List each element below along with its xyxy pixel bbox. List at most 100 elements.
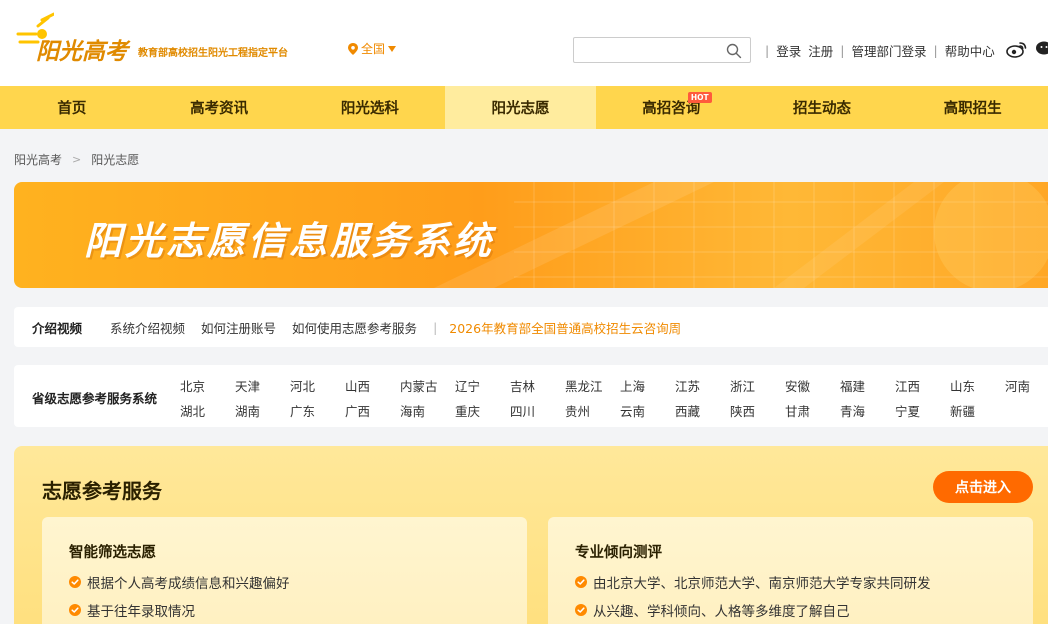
check-circle-icon — [69, 604, 81, 616]
nav-item-label: 阳光选科 — [340, 101, 399, 117]
check-circle-icon — [575, 604, 587, 616]
major-assessment-card[interactable]: 专业倾向测评 由北京大学、北京师范大学、南京师范大学专家共同研发 从兴趣、学科倾… — [548, 517, 1033, 624]
breadcrumb-home[interactable]: 阳光高考 — [14, 151, 62, 168]
enter-button[interactable]: 点击进入 — [933, 471, 1033, 503]
nav-item-subject-selection[interactable]: 阳光选科 — [295, 86, 446, 129]
location-pin-icon — [348, 42, 358, 55]
search-box — [573, 37, 751, 63]
location-selector[interactable]: 全国 — [348, 40, 397, 57]
province-link[interactable]: 山东 — [950, 376, 1005, 395]
card-feature-text: 根据个人高考成绩信息和兴趣偏好 — [87, 576, 290, 592]
province-link[interactable]: 云南 — [620, 401, 675, 420]
admin-login-link[interactable]: 管理部门登录 — [851, 41, 926, 60]
province-link[interactable]: 陕西 — [730, 401, 785, 420]
top-links: | 登录 注册 | 管理部门登录 | 帮助中心 — [758, 41, 995, 60]
register-guide-link[interactable]: 如何注册账号 — [201, 318, 276, 337]
province-label: 省级志愿参考服务系统 — [32, 391, 158, 406]
location-label: 全国 — [361, 42, 386, 56]
help-center-link[interactable]: 帮助中心 — [945, 41, 995, 60]
divider: | — [933, 43, 938, 58]
logo-title: 阳光高考 — [36, 38, 128, 65]
province-link[interactable]: 海南 — [400, 401, 455, 420]
province-link[interactable]: 西藏 — [675, 401, 730, 420]
nav-item-label: 首页 — [57, 101, 87, 117]
province-link[interactable]: 宁夏 — [895, 401, 950, 420]
site-logo[interactable]: 阳光高考 教育部高校招生阳光工程指定平台 — [14, 8, 314, 68]
nav-item-consult[interactable]: 高招咨询 HOT — [596, 86, 747, 129]
intro-video-bar: 介绍视频 系统介绍视频 如何注册账号 如何使用志愿参考服务 | 2026年教育部… — [14, 307, 1048, 347]
login-link[interactable]: 登录 — [776, 41, 801, 60]
service-title: 志愿参考服务 — [42, 479, 162, 503]
province-link[interactable]: 辽宁 — [455, 376, 510, 395]
province-link[interactable]: 吉林 — [510, 376, 565, 395]
intro-video-link[interactable]: 系统介绍视频 — [110, 318, 185, 337]
wechat-icon[interactable] — [1036, 40, 1048, 58]
nav-item-label: 高考资讯 — [190, 101, 249, 117]
province-link[interactable]: 天津 — [235, 376, 290, 395]
chevron-right-icon: > — [72, 153, 82, 166]
province-link[interactable]: 湖南 — [235, 401, 290, 420]
cloud-consult-week-link[interactable]: 2026年教育部全国普通高校招生云咨询周 — [449, 318, 681, 337]
province-link[interactable]: 江西 — [895, 376, 950, 395]
intro-label: 介绍视频 — [32, 320, 83, 336]
search-input[interactable] — [580, 41, 720, 59]
nav-item-label: 高职招生 — [943, 101, 1002, 117]
nav-item-home[interactable]: 首页 — [0, 86, 144, 129]
nav-item-label: 阳光志愿 — [491, 101, 550, 117]
province-row: 北京 天津 河北 山西 内蒙古 辽宁 吉林 黑龙江 上海 江苏 浙江 安徽 福建… — [180, 376, 1048, 395]
breadcrumb-current: 阳光志愿 — [91, 153, 140, 167]
province-row: 湖北 湖南 广东 广西 海南 重庆 四川 贵州 云南 西藏 陕西 甘肃 青海 宁… — [180, 401, 1005, 420]
province-link[interactable]: 贵州 — [565, 401, 620, 420]
divider: | — [433, 319, 438, 335]
caret-down-icon — [388, 45, 397, 52]
divider: | — [840, 43, 845, 58]
province-link[interactable]: 广西 — [345, 401, 400, 420]
province-link[interactable]: 四川 — [510, 401, 565, 420]
card-feature-text: 由北京大学、北京师范大学、南京师范大学专家共同研发 — [593, 576, 931, 592]
hero-banner: 阳光志愿信息服务系统 — [14, 182, 1048, 288]
province-link[interactable]: 河北 — [290, 376, 345, 395]
province-link[interactable]: 广东 — [290, 401, 345, 420]
card-title: 智能筛选志愿 — [69, 545, 156, 561]
logo-subtitle: 教育部高校招生阳光工程指定平台 — [138, 48, 288, 59]
province-link[interactable]: 安徽 — [785, 376, 840, 395]
nav-item-label: 招生动态 — [792, 101, 851, 117]
weibo-icon[interactable] — [1006, 40, 1028, 58]
usage-guide-link[interactable]: 如何使用志愿参考服务 — [292, 318, 417, 337]
hot-badge: HOT — [687, 92, 712, 103]
province-link[interactable]: 上海 — [620, 376, 675, 395]
province-link[interactable]: 重庆 — [455, 401, 510, 420]
province-systems: 省级志愿参考服务系统 北京 天津 河北 山西 内蒙古 辽宁 吉林 黑龙江 上海 … — [14, 365, 1048, 427]
province-link[interactable]: 江苏 — [675, 376, 730, 395]
card-feature-item: 根据个人高考成绩信息和兴趣偏好 — [69, 572, 290, 592]
register-link[interactable]: 注册 — [808, 41, 833, 60]
province-link[interactable]: 河南 — [1005, 376, 1048, 395]
province-link[interactable]: 内蒙古 — [400, 376, 455, 395]
card-feature-text: 基于往年录取情况 — [87, 604, 195, 620]
nav-item-vocational[interactable]: 高职招生 — [897, 86, 1048, 129]
smart-filter-card[interactable]: 智能筛选志愿 根据个人高考成绩信息和兴趣偏好 基于往年录取情况 — [42, 517, 527, 624]
province-link[interactable]: 北京 — [180, 376, 235, 395]
province-link[interactable]: 湖北 — [180, 401, 235, 420]
card-feature-item: 由北京大学、北京师范大学、南京师范大学专家共同研发 — [575, 572, 931, 592]
province-link[interactable]: 山西 — [345, 376, 400, 395]
card-feature-item: 从兴趣、学科倾向、人格等多维度了解自己 — [575, 600, 850, 620]
province-link[interactable]: 黑龙江 — [565, 376, 620, 395]
check-circle-icon — [69, 576, 81, 588]
province-link[interactable]: 新疆 — [950, 401, 1005, 420]
nav-item-volunteer[interactable]: 阳光志愿 — [445, 86, 596, 129]
nav-item-enrollment-news[interactable]: 招生动态 — [747, 86, 898, 129]
province-link[interactable]: 甘肃 — [785, 401, 840, 420]
site-header: 阳光高考 教育部高校招生阳光工程指定平台 全国 | 登录 注册 | 管理部门登录… — [0, 0, 1048, 86]
check-circle-icon — [575, 576, 587, 588]
breadcrumb: 阳光高考 > 阳光志愿 — [14, 151, 139, 168]
divider: | — [765, 43, 770, 58]
search-icon[interactable] — [726, 43, 742, 59]
province-link[interactable]: 福建 — [840, 376, 895, 395]
province-link[interactable]: 浙江 — [730, 376, 785, 395]
main-nav: 首页 高考资讯 阳光选科 阳光志愿 高招咨询 HOT 招生动态 高职招生 — [0, 86, 1048, 129]
volunteer-service-panel: 志愿参考服务 点击进入 智能筛选志愿 根据个人高考成绩信息和兴趣偏好 基于往年录… — [14, 446, 1048, 624]
nav-item-news[interactable]: 高考资讯 — [144, 86, 295, 129]
card-feature-item: 基于往年录取情况 — [69, 600, 195, 620]
province-link[interactable]: 青海 — [840, 401, 895, 420]
